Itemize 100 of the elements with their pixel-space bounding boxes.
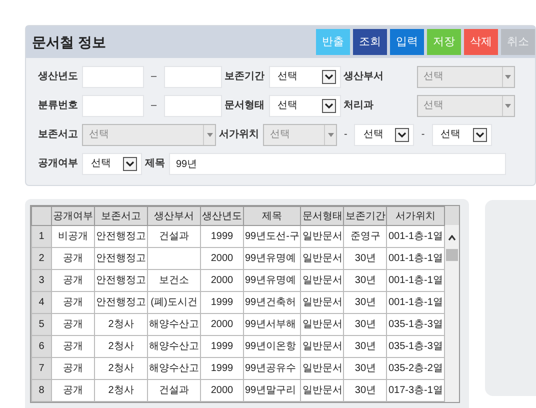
- input-field[interactable]: [164, 66, 222, 88]
- column-header[interactable]: 보존기간: [344, 206, 387, 226]
- table-cell: 1999: [200, 358, 244, 380]
- select-field[interactable]: 선택: [268, 94, 341, 116]
- table-cell: 공개: [52, 336, 94, 358]
- table-cell: 보건소: [148, 270, 200, 292]
- table-cell: 공개: [52, 248, 94, 270]
- range-dash: -: [420, 128, 426, 142]
- table-cell: 99년유명예: [244, 270, 301, 292]
- table-cell: 99년말구리: [244, 380, 301, 402]
- table-cell: 공개: [52, 270, 94, 292]
- input-field[interactable]: [164, 94, 222, 116]
- table-cell: 일반문서: [300, 292, 344, 314]
- table-cell: 일반문서: [300, 358, 344, 380]
- field-label: 공개여부: [38, 157, 79, 171]
- table-cell: 99년공유수: [244, 358, 301, 380]
- dropdown-icon: [123, 156, 137, 170]
- table-cell: 1999: [200, 336, 244, 358]
- input-field[interactable]: 99년: [169, 152, 506, 174]
- table-cell: 2000: [200, 314, 244, 336]
- input-field[interactable]: [82, 66, 144, 88]
- action-button[interactable]: 조회: [353, 29, 387, 55]
- table-cell: 001-1층-1열: [386, 226, 444, 248]
- dropdown-icon: [206, 132, 212, 136]
- column-header[interactable]: 제목: [244, 206, 301, 226]
- table-cell: 일반문서: [300, 226, 344, 248]
- panel-title: 문서철 정보: [32, 32, 106, 52]
- field-label: 보존서고: [38, 128, 79, 142]
- table-cell: 건설과: [148, 380, 200, 402]
- table-cell: 001-1층-1열: [386, 248, 444, 270]
- table-cell: 해양수산고: [148, 358, 200, 380]
- table-cell: 공개: [52, 292, 94, 314]
- dropdown-icon: [322, 70, 336, 84]
- range-dash: –: [150, 70, 158, 84]
- select-field[interactable]: 선택: [354, 124, 414, 146]
- table-cell: 공개: [52, 358, 94, 380]
- table-cell: 30년: [344, 380, 387, 402]
- table-cell: 99년서부해: [244, 314, 301, 336]
- scroll-thumb[interactable]: [446, 249, 458, 261]
- field-label: 문서형태: [224, 99, 266, 113]
- table-cell: 017-3층-1열: [386, 380, 444, 402]
- table-cell: 2000: [200, 380, 244, 402]
- table-cell: 2청사: [94, 314, 148, 336]
- field-label: 서가위치: [219, 128, 260, 142]
- table-cell: 2000: [200, 270, 244, 292]
- dropdown-icon: [322, 98, 336, 112]
- column-header[interactable]: 공개여부: [52, 206, 94, 226]
- dropdown-icon: [505, 104, 512, 108]
- range-dash: -: [343, 128, 348, 142]
- select-field[interactable]: 선택: [432, 124, 492, 146]
- table-cell: 2청사: [94, 336, 148, 358]
- table-cell: 2000: [200, 248, 244, 270]
- column-header[interactable]: 서가위치: [386, 206, 444, 226]
- table-cell: 30년: [344, 248, 387, 270]
- range-dash: –: [150, 99, 158, 113]
- table-cell: 30년: [344, 358, 387, 380]
- table-cell: 준영구: [344, 226, 387, 248]
- table-cell: 안전행정고: [94, 270, 148, 292]
- column-header[interactable]: 생산부서: [148, 206, 200, 226]
- field-label: 생산년도: [38, 70, 79, 84]
- table-cell: 99년건축허: [244, 292, 301, 314]
- action-button[interactable]: 입력: [390, 29, 424, 55]
- table-cell: 공개: [52, 314, 94, 336]
- row-number: 3: [32, 270, 52, 292]
- field-label: 생산부서: [344, 70, 385, 84]
- table-cell: 99년유명예: [244, 248, 301, 270]
- field-label: 보존기간: [224, 70, 266, 84]
- table-cell: 2청사: [94, 380, 148, 402]
- field-label: 처리과: [344, 99, 375, 113]
- scrollbar[interactable]: [444, 206, 459, 402]
- table-cell: 건설과: [148, 226, 200, 248]
- table-cell: 99년도선-구: [244, 226, 301, 248]
- select-field[interactable]: 선택: [82, 152, 142, 174]
- column-header[interactable]: 생산년도: [200, 206, 244, 226]
- table-cell: 035-1층-3열: [386, 314, 444, 336]
- table-cell: (폐)도시건: [148, 292, 200, 314]
- table-cell: 30년: [344, 314, 387, 336]
- table-cell: 안전행정고: [94, 226, 148, 248]
- column-header[interactable]: 문서형태: [300, 206, 344, 226]
- row-number: 2: [32, 248, 52, 270]
- row-number: 6: [32, 336, 52, 358]
- table-cell: 해양수산고: [148, 336, 200, 358]
- table-cell: 001-1층-1열: [386, 292, 444, 314]
- table-cell: 30년: [344, 270, 387, 292]
- input-field[interactable]: [82, 94, 144, 116]
- column-header[interactable]: 보존서고: [94, 206, 148, 226]
- scroll-up-icon[interactable]: [448, 235, 456, 241]
- select-field[interactable]: 선택: [268, 66, 341, 88]
- table-cell: 비공개: [52, 226, 94, 248]
- table-cell: 일반문서: [300, 270, 344, 292]
- row-number: 5: [32, 314, 52, 336]
- table-cell: 일반문서: [300, 314, 344, 336]
- row-number: 1: [32, 226, 52, 248]
- table-cell: 해양수산고: [148, 314, 200, 336]
- table-cell: 30년: [344, 336, 387, 358]
- table-cell: 30년: [344, 292, 387, 314]
- dropdown-icon: [395, 128, 410, 142]
- table-cell: 일반문서: [300, 336, 344, 358]
- dropdown-icon: [328, 132, 334, 136]
- row-number: 7: [32, 358, 52, 380]
